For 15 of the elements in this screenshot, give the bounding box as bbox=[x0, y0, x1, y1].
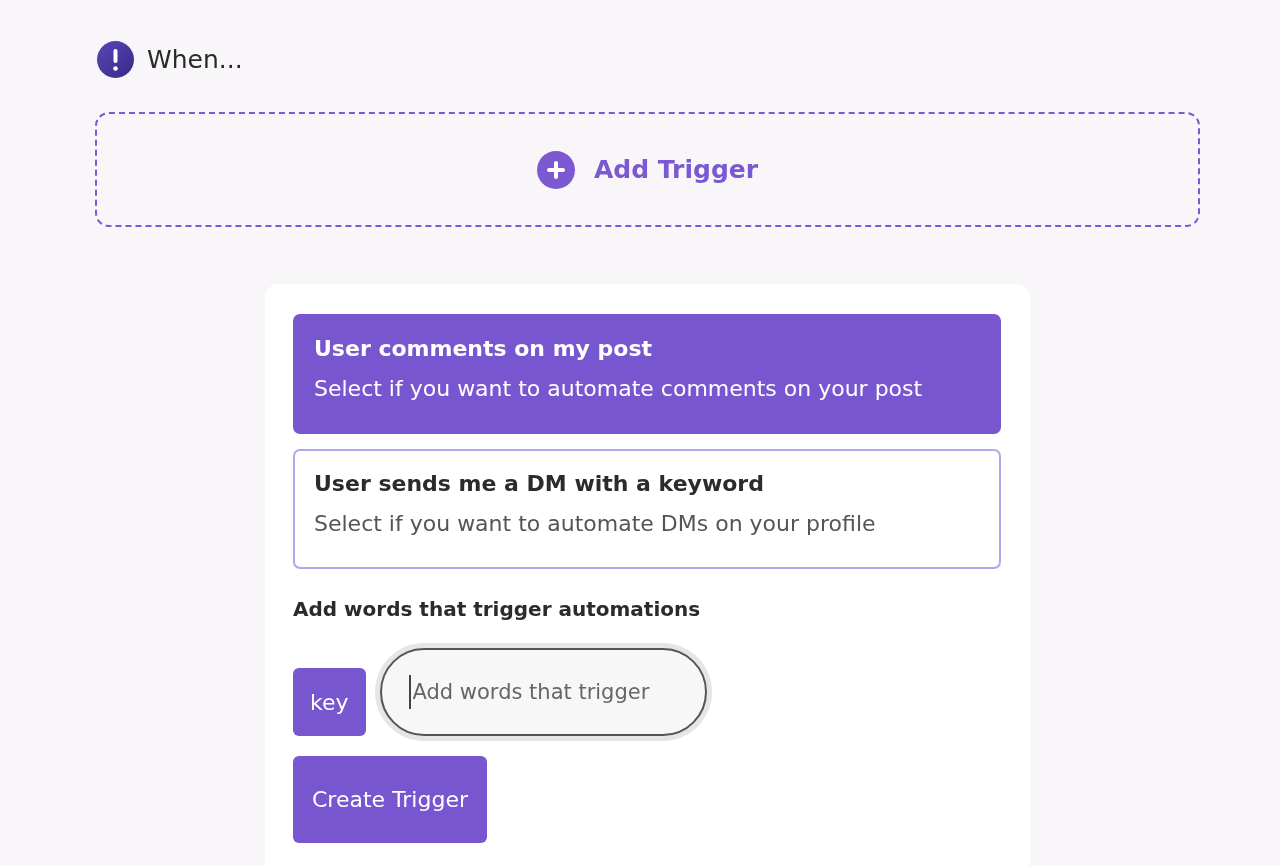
section-heading: When... bbox=[147, 44, 243, 74]
plus-icon bbox=[536, 150, 575, 189]
option-description: Select if you want to automate DMs on your profile bbox=[314, 510, 877, 538]
keywords-label: Add words that trigger automations bbox=[293, 596, 702, 623]
option-title: User comments on my post bbox=[314, 335, 654, 363]
trigger-option[interactable]: User sends me a DM with a keyword Select if you want to automate DMs on your profile bbox=[293, 449, 1001, 569]
text-cursor-icon bbox=[408, 675, 411, 709]
exclamation-icon bbox=[97, 40, 134, 78]
keyword-input-field[interactable]: Add words that trigger bbox=[379, 648, 707, 736]
option-description: Select if you want to automate comments on your post bbox=[314, 375, 924, 403]
create-trigger-button[interactable]: Create Trigger bbox=[293, 756, 487, 843]
option-title: User sends me a DM with a keyword bbox=[314, 470, 765, 498]
keyword-chip[interactable]: key bbox=[293, 668, 366, 736]
trigger-option[interactable]: User comments on my post Select if you want to automate comments on your post bbox=[293, 314, 1001, 434]
add-trigger-button[interactable]: Add Trigger bbox=[95, 112, 1200, 227]
